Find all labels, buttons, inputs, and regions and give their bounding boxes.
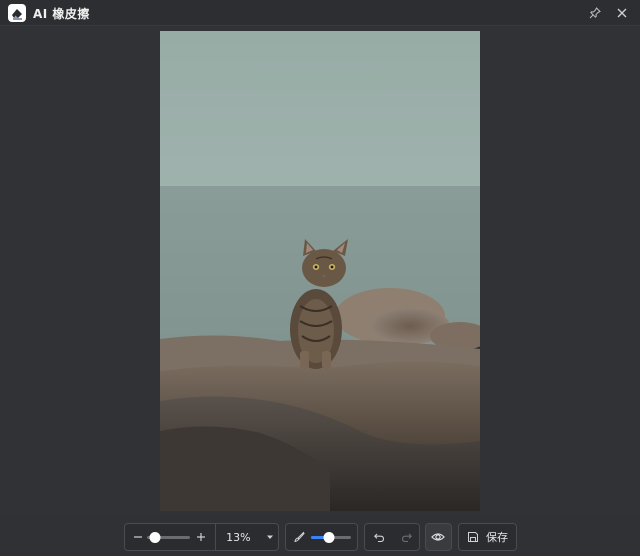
save-icon-wrap <box>464 528 482 546</box>
save-icon <box>468 532 478 542</box>
kitten-on-rocks-photo[interactable] <box>160 31 480 511</box>
close-button[interactable] <box>613 4 631 22</box>
undo-icon <box>374 533 385 543</box>
zoom-dropdown-button[interactable] <box>261 528 278 546</box>
window-title: AI 橡皮擦 <box>33 7 90 21</box>
brush-button[interactable] <box>290 528 308 546</box>
editor-canvas[interactable] <box>0 27 640 515</box>
divider <box>214 524 216 550</box>
undo-button[interactable] <box>370 528 388 546</box>
preview-toggle-button[interactable] <box>425 523 452 551</box>
redo-icon <box>401 533 412 543</box>
brush-controls <box>285 523 358 551</box>
pin-icon <box>589 7 601 19</box>
history-controls <box>364 523 420 551</box>
zoom-out-button[interactable] <box>130 528 147 546</box>
eye-button[interactable] <box>429 528 447 546</box>
zoom-in-icon <box>197 533 206 541</box>
save-label: 保存 <box>486 531 508 544</box>
brush-slider-thumb[interactable] <box>323 532 335 543</box>
title-bar: AI 橡皮擦 <box>0 0 640 26</box>
zoom-controls: 13% <box>124 523 279 551</box>
brush-icon <box>294 531 305 543</box>
zoom-slider[interactable] <box>146 528 190 546</box>
zoom-value[interactable]: 13% <box>222 531 256 544</box>
eye-icon <box>431 533 445 541</box>
zoom-in-button[interactable] <box>193 528 210 546</box>
redo-button[interactable] <box>398 528 416 546</box>
zoom-out-icon <box>134 536 143 538</box>
pin-button[interactable] <box>586 4 604 22</box>
save-button[interactable]: 保存 <box>458 523 517 551</box>
brush-size-slider[interactable] <box>311 528 351 546</box>
close-icon <box>617 8 627 18</box>
caret-down-icon <box>266 535 273 539</box>
zoom-slider-thumb[interactable] <box>149 532 161 543</box>
eraser-app-icon <box>8 4 26 22</box>
